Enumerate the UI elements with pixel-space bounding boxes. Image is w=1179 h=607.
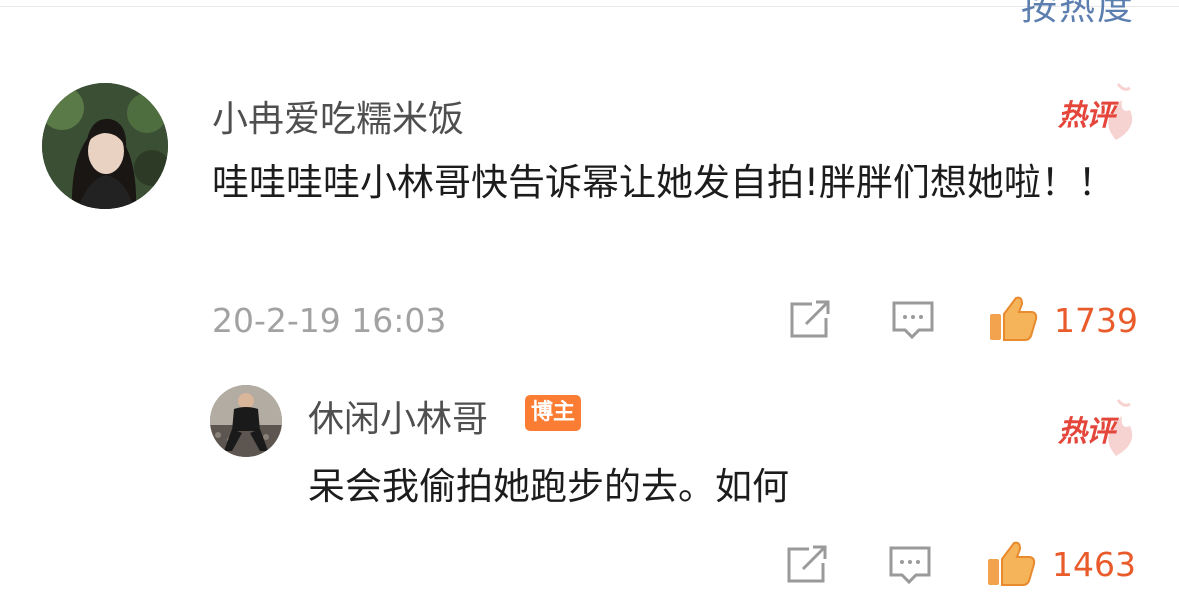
comment-icon[interactable] xyxy=(891,300,935,346)
comment-username[interactable]: 小冉爱吃糯米饭 xyxy=(212,90,464,142)
hot-comment-badge: 热评 xyxy=(1058,396,1136,460)
sort-toggle[interactable]: 按热度 xyxy=(1021,0,1135,30)
share-icon[interactable] xyxy=(785,545,829,589)
comment-timestamp: 20-2-19 16:03 xyxy=(212,301,447,340)
share-icon[interactable] xyxy=(788,300,832,344)
like-count: 1739 xyxy=(1054,301,1138,340)
hot-comment-badge: 热评 xyxy=(1058,80,1136,144)
hot-comment-label: 热评 xyxy=(1058,98,1115,132)
top-divider xyxy=(0,6,1179,7)
reply-text: 呆会我偷拍她跑步的去。如何 xyxy=(308,465,789,508)
avatar[interactable] xyxy=(42,83,168,209)
reply-avatar[interactable] xyxy=(210,385,282,457)
comment-icon[interactable] xyxy=(888,545,932,591)
hot-comment-label: 热评 xyxy=(1058,414,1115,448)
thumbs-up-icon[interactable] xyxy=(988,294,1038,346)
like-count: 1463 xyxy=(1052,545,1136,584)
author-badge: 博主 xyxy=(525,395,581,431)
thumbs-up-icon[interactable] xyxy=(986,539,1036,591)
comment-text: 哇哇哇哇小林哥快告诉幂让她发自拍!胖胖们想她啦！！ xyxy=(212,161,1115,204)
reply-username[interactable]: 休闲小林哥 xyxy=(308,390,488,442)
